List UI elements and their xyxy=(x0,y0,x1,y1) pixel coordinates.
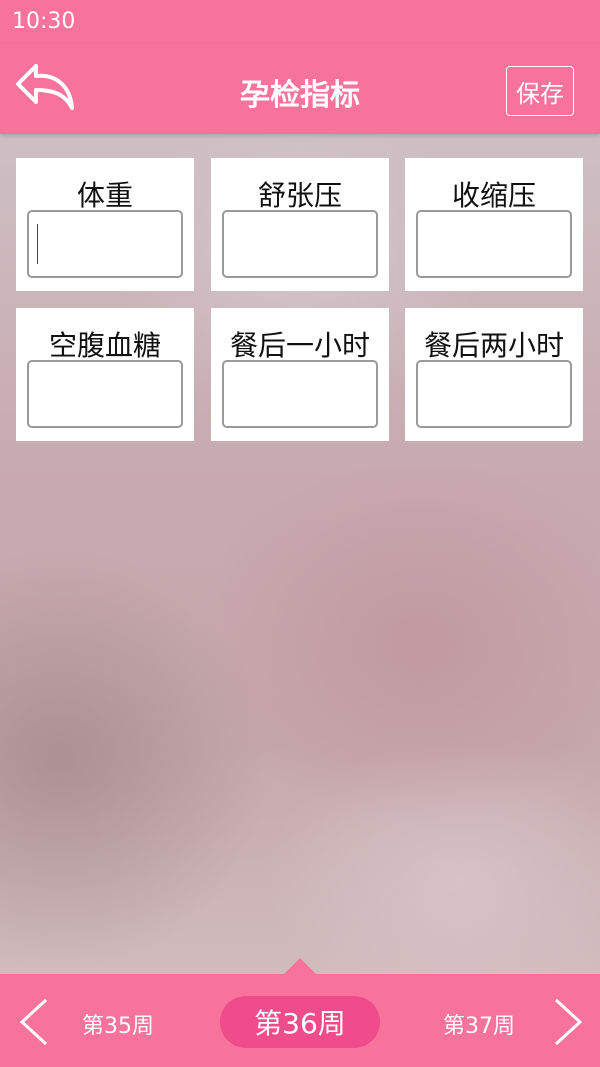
metric-card-systolic: 收缩压 xyxy=(405,158,583,291)
prev-week-label[interactable]: 第35周 xyxy=(82,1008,154,1040)
back-button[interactable] xyxy=(12,58,80,122)
metric-label: 收缩压 xyxy=(451,179,536,212)
back-arrow-icon xyxy=(16,64,74,110)
next-week-button[interactable] xyxy=(548,996,588,1048)
metric-card-two-hour: 餐后两小时 xyxy=(405,308,583,441)
save-button[interactable]: 保存 xyxy=(506,66,574,116)
metric-label: 餐后一小时 xyxy=(229,329,370,362)
metric-label: 空腹血糖 xyxy=(48,329,161,362)
status-time: 10:30 xyxy=(12,9,76,34)
one-hour-glucose-input[interactable] xyxy=(222,360,378,428)
text-cursor xyxy=(37,224,38,264)
metric-label: 餐后两小时 xyxy=(423,329,564,362)
prev-week-button[interactable] xyxy=(14,996,54,1048)
current-week-label[interactable]: 第36周 xyxy=(220,996,380,1048)
two-hour-glucose-input[interactable] xyxy=(416,360,572,428)
metric-card-one-hour: 餐后一小时 xyxy=(211,308,389,441)
metric-card-fasting-glucose: 空腹血糖 xyxy=(16,308,194,441)
header: 孕检指标 保存 xyxy=(0,44,600,134)
next-week-label[interactable]: 第37周 xyxy=(443,1008,515,1040)
status-bar: 10:30 xyxy=(0,0,600,44)
diastolic-input[interactable] xyxy=(222,210,378,278)
chevron-right-icon xyxy=(554,998,583,1046)
metric-label: 体重 xyxy=(76,179,133,212)
weight-input[interactable] xyxy=(27,210,183,278)
metric-card-weight: 体重 xyxy=(16,158,194,291)
systolic-input[interactable] xyxy=(416,210,572,278)
metric-label: 舒张压 xyxy=(257,179,342,212)
current-week-pointer xyxy=(283,958,317,975)
chevron-left-icon xyxy=(19,998,48,1046)
fasting-glucose-input[interactable] xyxy=(27,360,183,428)
metric-card-diastolic: 舒张压 xyxy=(211,158,389,291)
